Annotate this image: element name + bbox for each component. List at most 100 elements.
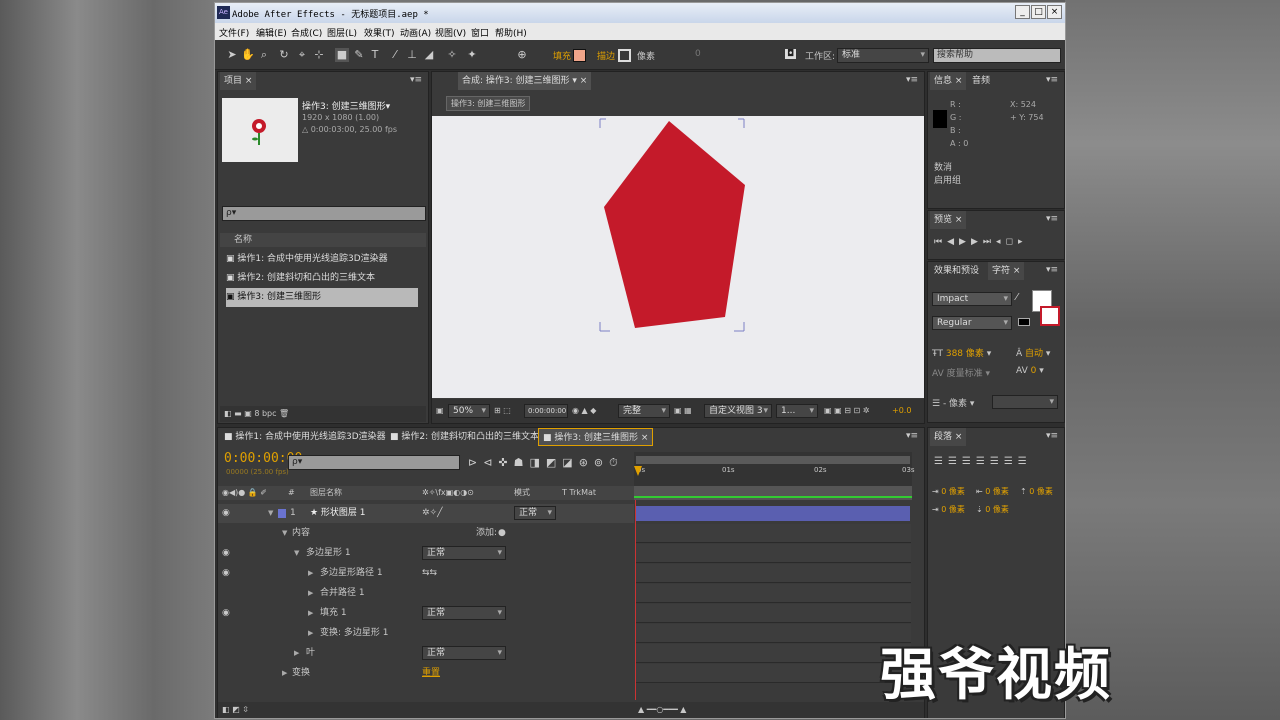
leading-field[interactable]: Â 自动 ▾ (1016, 346, 1050, 359)
tab-audio[interactable]: 音频 (968, 72, 995, 90)
resolution-select[interactable]: 完整 (618, 404, 670, 418)
playback-controls[interactable]: ⏮◀▶▶⏭◂◻▸ (934, 237, 1027, 247)
zoom-slider[interactable]: ▲ ━━○━━━ ▲ (638, 702, 686, 718)
grid-icon[interactable]: ⊞ ⬚ (494, 399, 511, 423)
first-line-field[interactable]: ⇥ 0 像素 (932, 504, 965, 515)
layer-name[interactable]: ★ 形状图层 1 (310, 504, 366, 523)
property-row[interactable]: ◉ ▶ 多边星形路径 1 ⇆⇆ (218, 564, 634, 583)
property-row[interactable]: ▶ 合并路径 1 (218, 584, 634, 603)
toggle-icons[interactable]: ▣ ▣ ⊟ ⊡ ✲ (824, 399, 869, 423)
layer-row[interactable]: ◉ ▼ 1 ★ 形状图层 1 ✲✧╱ 正常 (218, 504, 634, 523)
work-area-bar[interactable] (636, 456, 910, 464)
tab-character[interactable]: 字符 × (988, 262, 1025, 280)
blend-mode-select[interactable]: 正常 (422, 606, 506, 620)
layer-duration-bar[interactable] (636, 506, 910, 521)
views-layout-select[interactable]: 1... (776, 404, 818, 418)
space-after-value[interactable]: 0 像素 (985, 505, 1009, 514)
exposure-value[interactable]: +0.0 (892, 399, 911, 423)
indent-left-value[interactable]: 0 像素 (941, 487, 965, 496)
snapshot-icon[interactable]: ◉ ▲ ◆ (572, 399, 596, 423)
expand-icon[interactable]: ▼ (294, 544, 299, 563)
eraser-tool-icon[interactable]: ◢ (422, 48, 436, 62)
stroke-width[interactable]: 像素 (637, 49, 655, 62)
pen-tool-icon[interactable]: ✎ (352, 48, 366, 62)
expand-icon[interactable]: ▶ (308, 564, 313, 583)
kerning-field[interactable]: AV 度量标准 ▾ (932, 366, 990, 379)
eye-icon[interactable]: ◉ (222, 564, 230, 583)
indent-right-field[interactable]: ⇤ 0 像素 (976, 486, 1009, 497)
stroke-swatch[interactable] (618, 49, 631, 62)
comp-timecode[interactable]: 0:00:00:00 (524, 404, 568, 418)
camera-tool-icon[interactable]: ⌖ (295, 48, 309, 62)
tracking-value[interactable]: 0 (1031, 366, 1037, 376)
tab-timeline-2[interactable]: ■ 操作2: 创建斜切和凸出的三维文本 (386, 428, 543, 446)
hand-tool-icon[interactable]: ✋ (241, 48, 255, 62)
space-before-value[interactable]: 0 像素 (1029, 487, 1053, 496)
kerning-value[interactable]: 度量标准 (947, 369, 983, 379)
always-preview-icon[interactable]: ▣ (436, 399, 444, 423)
property-row[interactable]: ▶ 变换: 多边星形 1 (218, 624, 634, 643)
stroke-style-select[interactable] (992, 395, 1058, 409)
expand-icon[interactable]: ▶ (308, 584, 313, 603)
tab-preview[interactable]: 预览 × (930, 211, 967, 229)
snap-icon[interactable]: ⊕ (515, 48, 529, 62)
eye-icon[interactable]: ◉ (222, 544, 230, 563)
comp-viewer[interactable] (432, 116, 924, 398)
bpc-label[interactable]: 8 bpc (254, 409, 276, 418)
comp-name[interactable]: 操作3: 创建三维图形▾ (302, 99, 390, 112)
minimize-button[interactable]: _ (1015, 5, 1030, 19)
layer-mode-select[interactable]: 正常 (514, 506, 556, 520)
tab-timeline-1[interactable]: ■ 操作1: 合成中使用光线追踪3D渲染器 × (220, 428, 401, 446)
menu-help[interactable]: 帮助(H) (495, 26, 527, 39)
layer-switches[interactable]: ✲✧╱ (422, 504, 443, 523)
clone-stamp-tool-icon[interactable]: ⊥ (405, 48, 419, 62)
black-swatch[interactable] (1018, 318, 1030, 326)
stroke-width-field[interactable]: ☰ - 像素 ▾ (932, 396, 974, 409)
col-trkmat[interactable]: T TrkMat (562, 486, 596, 500)
menu-composition[interactable]: 合成(C) (291, 26, 322, 39)
font-family-select[interactable]: Impact (932, 292, 1012, 306)
help-search-input[interactable]: 搜索帮助 (933, 48, 1061, 63)
project-search-input[interactable]: ρ▾ (222, 206, 426, 221)
label-color[interactable] (278, 509, 286, 518)
panel-menu-icon[interactable]: ▾≡ (906, 431, 918, 441)
menu-view[interactable]: 视图(V) (435, 26, 466, 39)
maximize-button[interactable]: □ (1031, 5, 1046, 19)
list-item[interactable]: ▣ 操作2: 创建斜切和凸出的三维文本 (226, 269, 416, 288)
expand-icon[interactable]: ▶ (282, 664, 287, 683)
menu-window[interactable]: 窗口 (471, 26, 489, 39)
add-icon[interactable]: ● (498, 524, 506, 543)
property-row[interactable]: ▶ 叶 正常 (218, 644, 634, 663)
indent-right-value[interactable]: 0 像素 (985, 487, 1009, 496)
expand-icon[interactable]: ▼ (282, 524, 287, 543)
eyedropper-icon[interactable]: ⁄ (1016, 292, 1018, 303)
type-tool-icon[interactable]: T (368, 48, 382, 62)
align-buttons[interactable]: ☰☰☰☰☰☰☰ (934, 456, 1032, 467)
close-button[interactable]: × (1047, 5, 1062, 19)
roto-brush-icon[interactable]: ✧ (445, 48, 459, 62)
panel-menu-icon[interactable]: ▾≡ (410, 75, 422, 85)
fill-label[interactable]: 填充 (553, 49, 571, 62)
property-row[interactable]: ▶ 变换 重置 (218, 664, 634, 683)
brush-tool-icon[interactable]: ⁄ (388, 48, 402, 62)
blend-mode-select[interactable]: 正常 (422, 546, 506, 560)
expand-icon[interactable]: ▶ (308, 624, 313, 643)
eye-icon[interactable]: ◉ (222, 604, 230, 623)
zoom-tool-icon[interactable]: ⌕ (257, 48, 271, 62)
tab-effects-presets[interactable]: 效果和预设 (930, 262, 984, 280)
av-switch-icons[interactable]: ◉◀)● 🔒 ✐ (222, 486, 267, 500)
font-style-select[interactable]: Regular (932, 316, 1012, 330)
reset-link[interactable]: 重置 (422, 664, 440, 683)
menu-layer[interactable]: 图层(L) (327, 26, 357, 39)
menu-animation[interactable]: 动画(A) (400, 26, 431, 39)
property-row[interactable]: ◉ ▼ 多边星形 1 正常 (218, 544, 634, 563)
layer-search-input[interactable]: ρ▾ (288, 455, 460, 470)
col-mode[interactable]: 模式 (514, 486, 530, 500)
selection-tool-icon[interactable]: ➤ (225, 48, 239, 62)
blend-mode-select[interactable]: 正常 (422, 646, 506, 660)
tracking-field[interactable]: AV 0 ▾ (1016, 366, 1044, 376)
pan-behind-tool-icon[interactable]: ⊹ (312, 48, 326, 62)
eye-icon[interactable]: ◉ (222, 504, 230, 523)
expand-icon[interactable]: ▼ (268, 504, 273, 523)
font-size-field[interactable]: ŦT 388 像素 ▾ (932, 346, 991, 359)
